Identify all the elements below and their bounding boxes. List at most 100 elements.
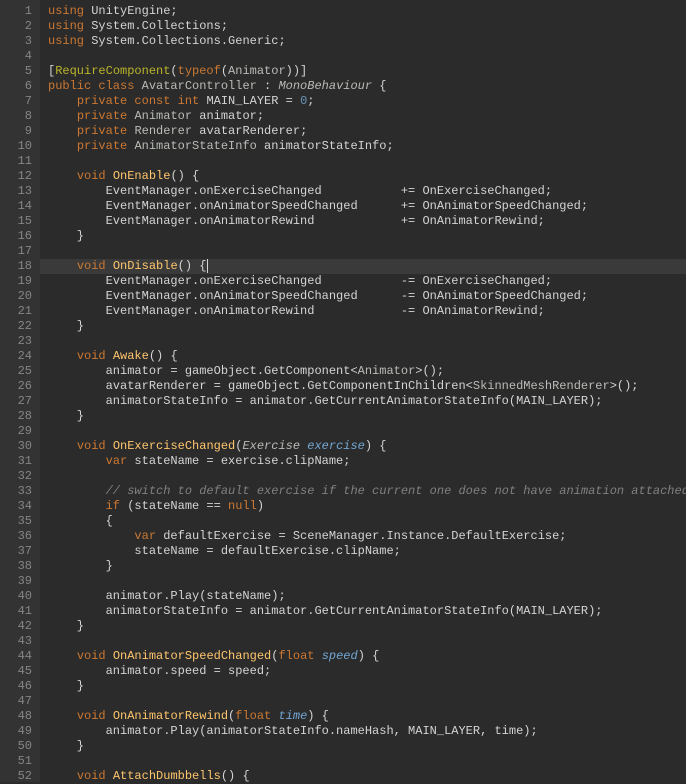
code-line[interactable] (48, 469, 686, 484)
code-line[interactable]: animator.Play(stateName); (48, 589, 686, 604)
code-line[interactable]: var defaultExercise = SceneManager.Insta… (48, 529, 686, 544)
code-line[interactable]: void OnExerciseChanged(Exercise exercise… (48, 439, 686, 454)
token-kw: private const (77, 94, 178, 108)
code-line[interactable] (48, 694, 686, 709)
line-number: 39 (0, 574, 32, 589)
token-op: animator.Play(animatorStateInfo.nameHash… (48, 724, 538, 738)
code-line[interactable]: using System.Collections.Generic; (48, 34, 686, 49)
code-line[interactable] (48, 754, 686, 769)
code-line[interactable]: animator.speed = speed; (48, 664, 686, 679)
code-line[interactable]: EventManager.onExerciseChanged += OnExer… (48, 184, 686, 199)
line-number: 22 (0, 319, 32, 334)
code-line[interactable]: animator = gameObject.GetComponent<Anima… (48, 364, 686, 379)
code-line[interactable] (48, 424, 686, 439)
line-number: 5 (0, 64, 32, 79)
code-line[interactable]: animatorStateInfo = animator.GetCurrentA… (48, 394, 686, 409)
token-kw: void (77, 349, 106, 363)
token-op: EventManager.onExerciseChanged += OnExer… (48, 184, 552, 198)
token-op (106, 769, 113, 782)
token-op (48, 529, 134, 543)
token-op (48, 439, 77, 453)
code-line[interactable]: } (48, 229, 686, 244)
token-method: Awake (113, 349, 149, 363)
token-op (48, 349, 77, 363)
code-line[interactable]: { (48, 514, 686, 529)
code-line[interactable]: EventManager.onAnimatorSpeedChanged += O… (48, 199, 686, 214)
code-line[interactable] (48, 574, 686, 589)
token-op: ) { (307, 709, 329, 723)
code-line[interactable]: void OnAnimatorSpeedChanged(float speed)… (48, 649, 686, 664)
token-kw: void (77, 169, 106, 183)
code-line[interactable]: EventManager.onAnimatorRewind -= OnAnima… (48, 304, 686, 319)
token-op: animator.Play(stateName); (48, 589, 286, 603)
code-line[interactable]: using System.Collections; (48, 19, 686, 34)
code-line[interactable]: var stateName = exercise.clipName; (48, 454, 686, 469)
token-type: MonoBehaviour (278, 79, 372, 93)
code-line[interactable]: void OnEnable() { (48, 169, 686, 184)
token-op: MAIN_LAYER = (199, 94, 300, 108)
code-line[interactable]: // switch to default exercise if the cur… (48, 484, 686, 499)
code-line[interactable] (48, 634, 686, 649)
line-number: 47 (0, 694, 32, 709)
code-line[interactable]: private Renderer avatarRenderer; (48, 124, 686, 139)
token-kw: int (178, 94, 200, 108)
token-op: () { (149, 349, 178, 363)
code-line[interactable]: } (48, 619, 686, 634)
code-line[interactable]: EventManager.onAnimatorSpeedChanged -= O… (48, 289, 686, 304)
code-line[interactable]: using UnityEngine; (48, 4, 686, 19)
token-op: ( (221, 64, 228, 78)
token-op: animator.speed = speed; (48, 664, 271, 678)
token-op: avatarRenderer = gameObject.GetComponent… (48, 379, 473, 393)
code-line[interactable]: animatorStateInfo = animator.GetCurrentA… (48, 604, 686, 619)
code-line[interactable]: avatarRenderer = gameObject.GetComponent… (48, 379, 686, 394)
token-param: exercise (307, 439, 365, 453)
code-line[interactable]: void Awake() { (48, 349, 686, 364)
token-op: { (48, 514, 113, 528)
code-line[interactable]: } (48, 559, 686, 574)
token-op: animator; (192, 109, 264, 123)
token-class: AnimatorStateInfo (134, 139, 256, 153)
code-line[interactable]: stateName = defaultExercise.clipName; (48, 544, 686, 559)
code-line[interactable]: EventManager.onAnimatorRewind += OnAnima… (48, 214, 686, 229)
line-number: 8 (0, 109, 32, 124)
code-line[interactable]: private Animator animator; (48, 109, 686, 124)
code-line[interactable]: } (48, 739, 686, 754)
code-line[interactable]: void OnDisable() { (40, 259, 686, 274)
line-number: 25 (0, 364, 32, 379)
code-line[interactable]: if (stateName == null) (48, 499, 686, 514)
code-line[interactable]: private AnimatorStateInfo animatorStateI… (48, 139, 686, 154)
token-op: avatarRenderer; (192, 124, 307, 138)
line-number: 42 (0, 619, 32, 634)
code-line[interactable]: } (48, 319, 686, 334)
token-op: ( (170, 64, 177, 78)
line-number: 51 (0, 754, 32, 769)
code-line[interactable]: EventManager.onExerciseChanged -= OnExer… (48, 274, 686, 289)
code-area[interactable]: using UnityEngine;using System.Collectio… (40, 0, 686, 782)
code-line[interactable]: void OnAnimatorRewind(float time) { (48, 709, 686, 724)
line-number: 19 (0, 274, 32, 289)
token-kw: private (77, 109, 127, 123)
code-line[interactable]: } (48, 409, 686, 424)
token-kw: null (228, 499, 257, 513)
line-number: 48 (0, 709, 32, 724)
token-op: animator = gameObject.GetComponent< (48, 364, 358, 378)
code-line[interactable] (48, 334, 686, 349)
line-number: 4 (0, 49, 32, 64)
token-class: SkinnedMeshRenderer (473, 379, 610, 393)
token-method: OnAnimatorSpeedChanged (113, 649, 271, 663)
code-line[interactable]: private const int MAIN_LAYER = 0; (48, 94, 686, 109)
line-number: 31 (0, 454, 32, 469)
line-number: 34 (0, 499, 32, 514)
code-line[interactable]: void AttachDumbbells() { (48, 769, 686, 782)
code-line[interactable] (48, 49, 686, 64)
code-line[interactable] (48, 154, 686, 169)
token-type: Exercise (242, 439, 300, 453)
code-editor[interactable]: 1234567891011121314151617181920212223242… (0, 0, 686, 782)
code-line[interactable]: animator.Play(animatorStateInfo.nameHash… (48, 724, 686, 739)
token-param: time (278, 709, 307, 723)
code-line[interactable]: [RequireComponent(typeof(Animator))] (48, 64, 686, 79)
token-op: ) (257, 499, 264, 513)
code-line[interactable]: } (48, 679, 686, 694)
code-line[interactable] (48, 244, 686, 259)
code-line[interactable]: public class AvatarController : MonoBeha… (48, 79, 686, 94)
